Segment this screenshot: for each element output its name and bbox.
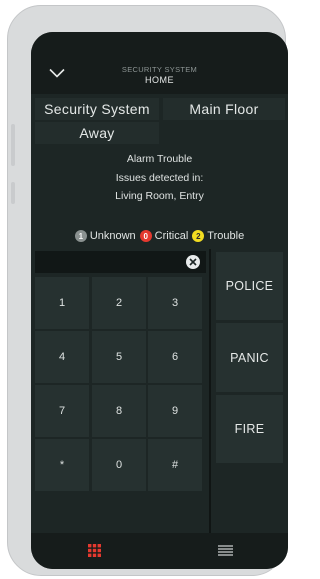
status-title: Alarm Trouble (126, 153, 193, 165)
security-system-tile[interactable]: Security System (35, 98, 159, 120)
code-input[interactable] (35, 251, 206, 273)
status-detail: Issues detected in: (115, 172, 204, 184)
legend-trouble: 2 Trouble (192, 230, 244, 242)
phone-frame: SECURITY SYSTEM HOME Security System Mai… (7, 5, 288, 576)
app-screen: SECURITY SYSTEM HOME Security System Mai… (31, 32, 288, 569)
arm-mode-tile[interactable]: Away (35, 122, 159, 144)
panel-divider (209, 249, 211, 533)
header-subtitle: HOME (145, 75, 174, 85)
key-7[interactable]: 7 (35, 385, 89, 437)
bottom-nav (31, 533, 288, 569)
floor-selector[interactable]: Main Floor (163, 98, 285, 120)
issue-legend: 1 Unknown 0 Critical 2 Trouble (31, 230, 288, 242)
key-star[interactable]: * (35, 439, 89, 491)
status-locations: Living Room, Entry (115, 190, 204, 202)
header-bar: SECURITY SYSTEM HOME (31, 32, 288, 94)
key-4[interactable]: 4 (35, 331, 89, 383)
side-button-power (11, 182, 15, 204)
header-title: SECURITY SYSTEM (121, 65, 198, 74)
unknown-count-badge: 1 (74, 230, 87, 242)
police-button[interactable]: POLICE (216, 252, 283, 320)
key-hash[interactable]: # (148, 439, 202, 491)
fire-button[interactable]: FIRE (216, 395, 283, 463)
key-0[interactable]: 0 (92, 439, 146, 491)
key-2[interactable]: 2 (92, 277, 146, 329)
key-5[interactable]: 5 (92, 331, 146, 383)
legend-unknown: 1 Unknown (74, 230, 136, 242)
legend-critical: 0 Critical (139, 230, 189, 242)
list-menu-icon (217, 544, 233, 556)
side-button-volume (11, 124, 15, 166)
clear-input-button[interactable] (186, 255, 200, 269)
tab-menu[interactable] (212, 539, 238, 561)
legend-unknown-label: Unknown (89, 230, 136, 242)
key-8[interactable]: 8 (92, 385, 146, 437)
tab-keypad[interactable] (81, 539, 107, 561)
key-3[interactable]: 3 (148, 277, 202, 329)
legend-trouble-label: Trouble (207, 230, 245, 242)
key-6[interactable]: 6 (148, 331, 202, 383)
panic-button[interactable]: PANIC (216, 323, 283, 392)
legend-critical-label: Critical (154, 230, 189, 242)
trouble-count-badge: 2 (192, 230, 205, 242)
critical-count-badge: 0 (139, 230, 152, 242)
close-icon (189, 258, 197, 266)
key-1[interactable]: 1 (35, 277, 89, 329)
keypad-grid-icon (87, 543, 101, 557)
key-9[interactable]: 9 (148, 385, 202, 437)
